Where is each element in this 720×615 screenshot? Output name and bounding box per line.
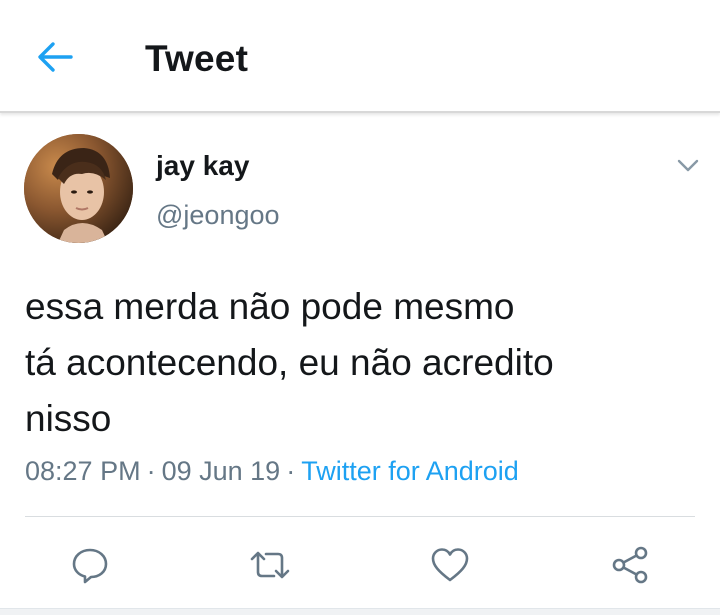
tweet-meta: 08:27 PM · 09 Jun 19 · Twitter for Android — [25, 456, 519, 487]
meta-separator: · — [286, 456, 296, 486]
retweet-button[interactable] — [243, 538, 297, 592]
top-app-bar: Tweet — [0, 0, 720, 113]
share-icon — [612, 546, 648, 584]
share-button[interactable] — [603, 538, 657, 592]
like-button[interactable] — [423, 538, 477, 592]
avatar[interactable] — [24, 134, 133, 243]
tweet-detail-screen: Tweet jay kay @jeongoo essa merda não po… — [0, 0, 720, 615]
avatar-image — [24, 134, 133, 243]
author-handle[interactable]: @jeongoo — [156, 200, 280, 231]
page-title: Tweet — [145, 38, 249, 79]
meta-separator: · — [146, 456, 156, 486]
reply-button[interactable] — [63, 538, 117, 592]
divider — [25, 516, 695, 517]
tweet-time: 08:27 PM — [25, 456, 141, 486]
reply-icon — [72, 548, 108, 584]
chevron-down-icon — [677, 159, 699, 172]
retweet-icon — [250, 551, 290, 579]
arrow-left-icon — [38, 42, 73, 72]
author-display-name[interactable]: jay kay — [156, 150, 249, 182]
bottom-divider — [0, 608, 720, 615]
back-button[interactable] — [30, 36, 80, 78]
tweet-options-button[interactable] — [670, 150, 706, 180]
tweet-source-link[interactable]: Twitter for Android — [301, 456, 519, 486]
heart-icon — [431, 548, 469, 582]
tweet-text: essa merda não pode mesmo tá acontecendo… — [25, 286, 554, 439]
tweet-actions-bar — [0, 538, 720, 592]
tweet-date: 09 Jun 19 — [161, 456, 281, 486]
